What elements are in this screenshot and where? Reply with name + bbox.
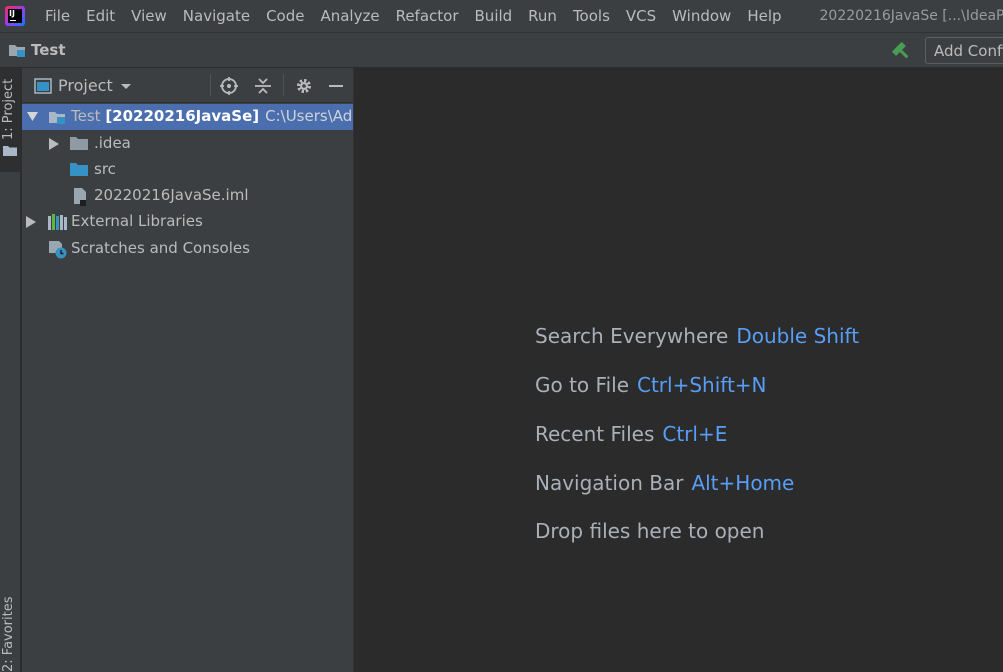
hint-recent-files: Recent Files Ctrl+E: [535, 422, 727, 446]
folder-icon: [70, 137, 88, 150]
left-tool-stripe: 1: Project 2: Favorites: [0, 68, 21, 672]
hint-label: Drop files here to open: [535, 519, 765, 543]
hint-shortcut: Ctrl+E: [662, 422, 728, 446]
hide-panel-button[interactable]: [326, 76, 346, 96]
tree-label-idea: .idea: [94, 134, 131, 152]
collapsed-arrow-icon[interactable]: [26, 216, 36, 228]
hint-shortcut: Alt+Home: [691, 471, 795, 495]
intellij-logo-icon: IJ: [5, 6, 25, 26]
project-tool-window: Project Test [20220216JavaSe] C:\Users\A…: [22, 68, 353, 672]
module-file-icon: [74, 188, 86, 206]
tree-row-project-root[interactable]: Test [20220216JavaSe] C:\Users\Administra…: [22, 104, 353, 130]
locate-file-button[interactable]: [219, 76, 239, 96]
tree-root-label: Test [20220216JavaSe] C:\Users\Administra…: [71, 107, 353, 125]
navigation-bar: Test Add Configuration...: [0, 32, 1003, 68]
add-configuration-button[interactable]: Add Configuration...: [925, 37, 1003, 64]
project-tool-tab-label: 1: Project: [1, 78, 16, 140]
tree-row-idea[interactable]: .idea: [22, 131, 353, 157]
collapsed-arrow-icon[interactable]: [49, 138, 59, 150]
project-view-icon: [34, 78, 52, 94]
tree-row-iml[interactable]: 20220216JavaSe.iml: [22, 183, 353, 209]
tree-root-name: Test: [71, 107, 101, 125]
scratches-icon: [49, 241, 67, 259]
tree-label-scratches: Scratches and Consoles: [71, 239, 250, 257]
settings-button[interactable]: [294, 76, 314, 96]
menu-file[interactable]: File: [33, 0, 78, 32]
project-panel-header: Project: [22, 68, 353, 103]
hint-drop-files: Drop files here to open: [535, 519, 764, 543]
library-icon: [48, 214, 67, 230]
hint-label: Search Everywhere: [535, 324, 729, 348]
editor-empty-area[interactable]: Search Everywhere Double Shift Go to File…: [353, 68, 1003, 672]
menu-view[interactable]: View: [123, 0, 175, 32]
menu-refactor[interactable]: Refactor: [388, 0, 467, 32]
favorites-tool-tab[interactable]: 2: Favorites: [1, 596, 16, 672]
tree-row-src[interactable]: src: [22, 157, 353, 183]
tree-root-path: C:\Users\Administrator\IdeaProjects: [265, 107, 353, 125]
menu-window[interactable]: Window: [664, 0, 739, 32]
menu-navigate[interactable]: Navigate: [175, 0, 258, 32]
collapse-all-button[interactable]: [253, 76, 273, 96]
menu-code[interactable]: Code: [258, 0, 312, 32]
menu-vcs[interactable]: VCS: [618, 0, 664, 32]
minimize-icon: [329, 85, 343, 87]
menu-build[interactable]: Build: [467, 0, 521, 32]
build-hammer-icon[interactable]: [890, 40, 912, 62]
breadcrumb[interactable]: Test: [8, 41, 66, 59]
gear-icon: [297, 79, 311, 93]
menu-help[interactable]: Help: [739, 0, 789, 32]
tree-label-external-libraries: External Libraries: [71, 212, 203, 230]
menu-run[interactable]: Run: [520, 0, 565, 32]
hint-label: Recent Files: [535, 422, 655, 446]
menu-edit[interactable]: Edit: [78, 0, 123, 32]
tree-label-src: src: [94, 160, 116, 178]
hint-label: Go to File: [535, 373, 629, 397]
hint-go-to-file: Go to File Ctrl+Shift+N: [535, 373, 767, 397]
menu-analyze[interactable]: Analyze: [312, 0, 387, 32]
hint-shortcut: Double Shift: [736, 324, 860, 348]
breadcrumb-project[interactable]: Test: [31, 41, 66, 59]
header-separator: [283, 74, 284, 96]
crosshair-icon: [220, 77, 238, 95]
tree-row-external-libraries[interactable]: External Libraries: [22, 209, 353, 235]
project-panel-title[interactable]: Project: [58, 76, 113, 95]
menu-tools[interactable]: Tools: [565, 0, 618, 32]
collapse-all-icon: [255, 78, 271, 94]
folder-icon: [3, 146, 17, 156]
hint-search-everywhere: Search Everywhere Double Shift: [535, 324, 859, 348]
chevron-down-icon[interactable]: [120, 83, 132, 91]
tree-label-iml: 20220216JavaSe.iml: [94, 186, 249, 204]
project-tool-tab[interactable]: 1: Project: [0, 68, 21, 172]
source-folder-icon: [70, 163, 88, 176]
hint-label: Navigation Bar: [535, 471, 684, 495]
module-folder-icon: [49, 112, 65, 124]
menu-bar: IJ File Edit View Navigate Code Analyze …: [0, 0, 1003, 32]
window-title: 20220216JavaSe [...\IdeaPr: [819, 8, 1003, 24]
header-separator: [210, 74, 211, 96]
expanded-arrow-icon[interactable]: [27, 111, 38, 122]
hint-navigation-bar: Navigation Bar Alt+Home: [535, 471, 794, 495]
tree-row-scratches[interactable]: Scratches and Consoles: [22, 236, 353, 262]
tree-root-module: [20220216JavaSe]: [105, 107, 260, 125]
hint-shortcut: Ctrl+Shift+N: [637, 373, 767, 397]
